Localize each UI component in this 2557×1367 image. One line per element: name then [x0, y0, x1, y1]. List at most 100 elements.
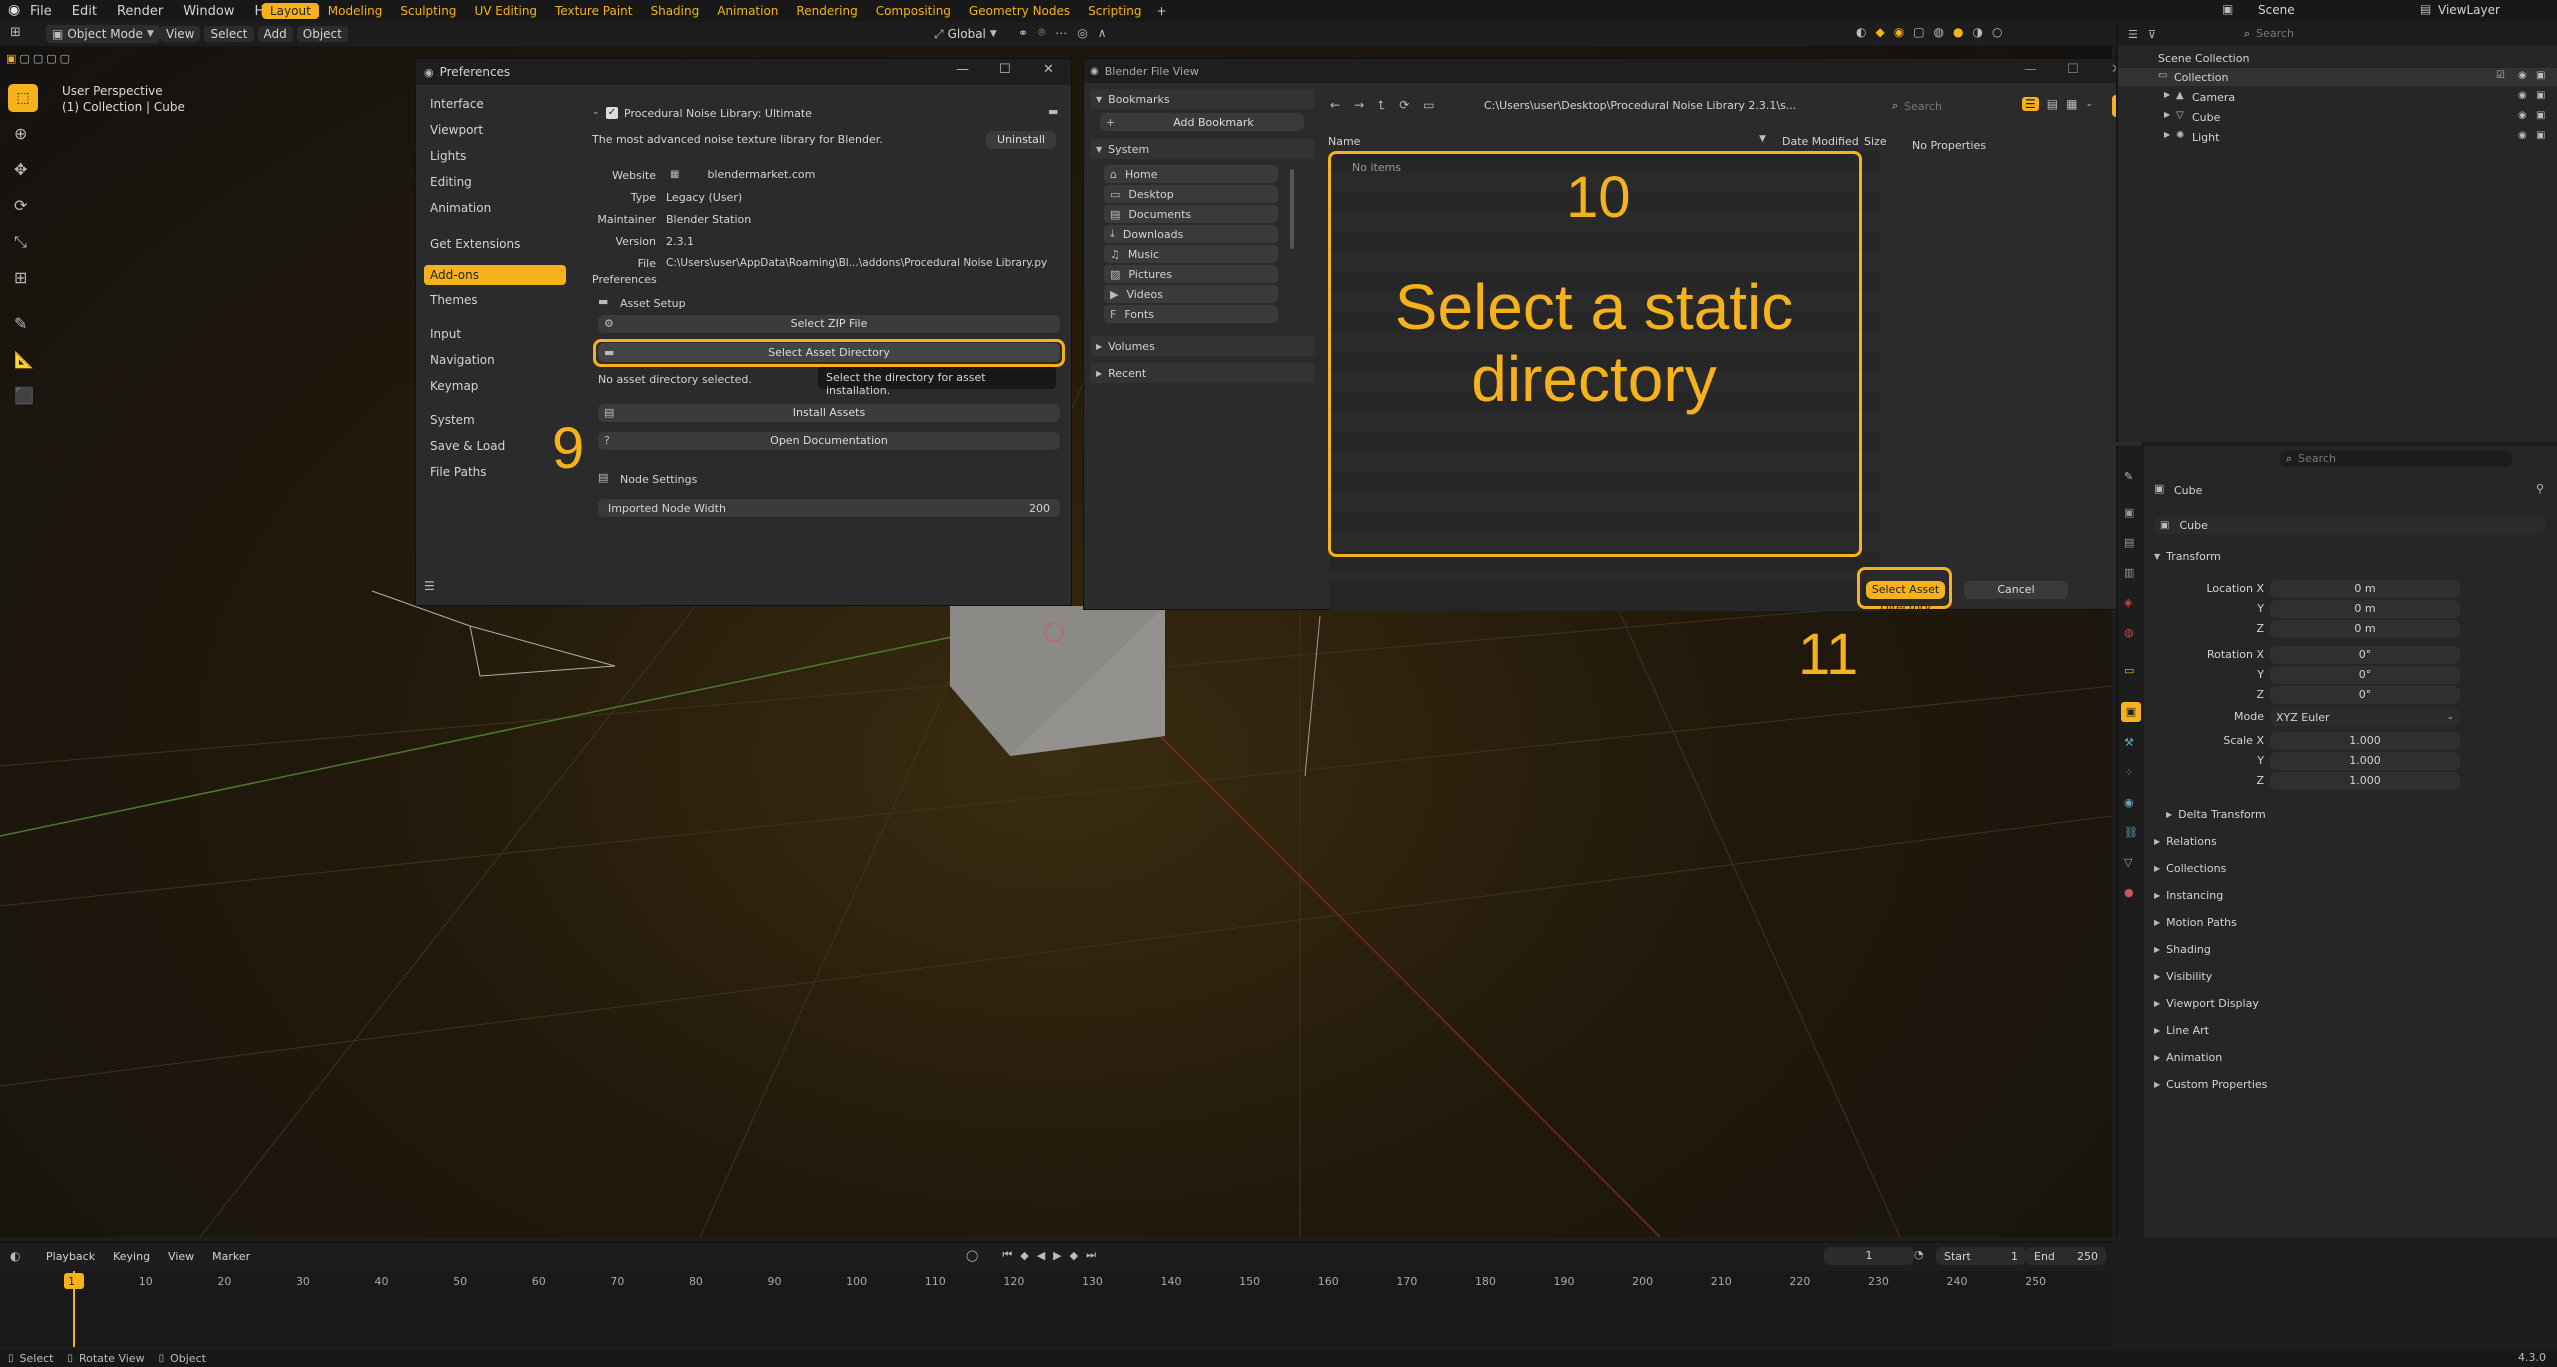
expand-icon[interactable]: ▶ [2164, 110, 2170, 119]
system-item-documents[interactable]: ▤ Documents [1104, 205, 1278, 223]
nav-add-ons[interactable]: Add-ons [424, 265, 566, 285]
recent-panel-header[interactable]: ▶ Recent [1090, 363, 1314, 383]
outliner-row-collection[interactable]: ▭ Collection ☑ ◉ ▣ [2118, 68, 2557, 86]
menu-window[interactable]: Window [183, 4, 234, 19]
gizmo-icon[interactable]: ◆ [1875, 25, 1884, 39]
play-reverse-icon[interactable]: ◀ [1037, 1249, 1045, 1262]
rotation-z-field[interactable]: 0° [2270, 686, 2460, 704]
minimize-icon[interactable]: — [2024, 62, 2037, 77]
tab-scripting[interactable]: Scripting [1079, 3, 1150, 19]
panel-viewport-display[interactable]: ▶ Viewport Display [2154, 997, 2259, 1010]
column-date-modified[interactable]: Date Modified [1782, 135, 1859, 148]
orientation-dropdown[interactable]: ⤢ Global ▼ [934, 25, 997, 43]
eye-icon[interactable]: ◉ [2518, 90, 2527, 101]
panel-collections[interactable]: ▶ Collections [2154, 862, 2226, 875]
system-item-downloads[interactable]: ⤓ Downloads [1104, 225, 1278, 243]
parent-directory-icon[interactable]: ⮤ [1378, 98, 1385, 113]
prev-keyframe-icon[interactable]: ◆ [1020, 1249, 1028, 1262]
start-frame-field[interactable]: Start 1 [1936, 1247, 2026, 1265]
camera-render-icon[interactable]: ▣ [2536, 110, 2545, 121]
chevron-down-icon[interactable]: ⌄ [2085, 99, 2093, 109]
imported-node-width-field[interactable]: Imported Node Width 200 [598, 499, 1060, 517]
physics-tab-icon[interactable]: ◉ [2124, 796, 2134, 809]
nav-themes[interactable]: Themes [430, 293, 478, 307]
panel-instancing[interactable]: ▶ Instancing [2154, 889, 2223, 902]
material-shading-icon[interactable]: ◑ [1973, 25, 1983, 39]
location-y-field[interactable]: 0 m [2270, 600, 2460, 618]
nav-system[interactable]: System [430, 413, 475, 427]
list-view-icon[interactable]: ☰ [2022, 97, 2039, 111]
filter-icon[interactable]: ⊽ [2148, 28, 2156, 41]
tab-texture-paint[interactable]: Texture Paint [546, 3, 641, 19]
outliner-editor-icon[interactable]: ☰ [2128, 28, 2138, 41]
nav-animation[interactable]: Animation [430, 201, 491, 215]
cancel-button[interactable]: Cancel [1964, 581, 2068, 599]
nav-lights[interactable]: Lights [430, 149, 466, 163]
directory-path-field[interactable]: C:\Users\user\Desktop\Procedural Noise L… [1478, 96, 1880, 116]
snap-icon[interactable]: ⌾ [1038, 25, 1045, 40]
nav-editing[interactable]: Editing [430, 175, 472, 189]
system-item-home[interactable]: ⌂ Home [1104, 165, 1278, 183]
tab-geometry-nodes[interactable]: Geometry Nodes [960, 3, 1079, 19]
timeline-editor-icon[interactable]: ◐ [10, 1249, 20, 1263]
camera-render-icon[interactable]: ▣ [2536, 130, 2545, 141]
sort-icon[interactable]: ▼ [1759, 134, 1766, 144]
frame-ruler[interactable]: 1 10 20 30 40 50 60 70 80 90 100 110 120 130 140 150 160… [0, 1271, 2112, 1347]
volumes-panel-header[interactable]: ▶ Volumes [1090, 336, 1314, 356]
tab-animation[interactable]: Animation [708, 3, 787, 19]
expand-icon[interactable]: ▶ [2164, 90, 2170, 99]
system-item-fonts[interactable]: F Fonts [1104, 305, 1278, 323]
rotate-tool-icon[interactable]: ⟳ [14, 196, 27, 215]
select-new-icon[interactable]: ▣ [6, 52, 16, 65]
next-keyframe-icon[interactable]: ◆ [1070, 1249, 1078, 1262]
hamburger-menu-icon[interactable]: ☰ [424, 579, 435, 593]
panel-relations[interactable]: ▶ Relations [2154, 835, 2217, 848]
camera-render-icon[interactable]: ▣ [2536, 90, 2545, 101]
scale-z-field[interactable]: 1.000 [2270, 772, 2460, 790]
menu-file[interactable]: File [30, 4, 52, 19]
stopwatch-icon[interactable]: ◔ [1914, 1248, 1924, 1261]
add-bookmark-button[interactable]: + Add Bookmark [1100, 113, 1304, 131]
uninstall-button[interactable]: Uninstall [986, 131, 1056, 149]
scale-y-field[interactable]: 1.000 [2270, 752, 2460, 770]
xray-icon[interactable]: ▢ [1913, 25, 1924, 39]
collection-tab-icon[interactable]: ▭ [2124, 664, 2134, 677]
horizontal-list-icon[interactable]: ▤ [2047, 97, 2058, 111]
overlay-icon[interactable]: ◉ [1894, 25, 1904, 39]
system-item-music[interactable]: ♫ Music [1104, 245, 1278, 263]
select-asset-directory-button[interactable]: ▬ Select Asset Directory [598, 343, 1060, 362]
auto-keying-icon[interactable]: ◯ [966, 1249, 978, 1262]
system-item-videos[interactable]: ▶ Videos [1104, 285, 1278, 303]
column-size[interactable]: Size [1864, 135, 1887, 148]
annotate-tool-icon[interactable]: ✎ [14, 314, 27, 333]
nav-interface[interactable]: Interface [430, 97, 484, 111]
nav-viewport[interactable]: Viewport [430, 123, 483, 137]
tab-modeling[interactable]: Modeling [319, 3, 392, 19]
end-frame-field[interactable]: End 250 [2026, 1247, 2106, 1265]
view-layer-selector[interactable]: ViewLayer [2438, 3, 2500, 17]
pin-icon[interactable]: ⚲ [2536, 482, 2544, 495]
snap-target-icon[interactable]: ⋯ [1055, 26, 1067, 40]
column-name[interactable]: Name [1328, 135, 1360, 148]
add-cube-tool-icon[interactable]: ⬛ [14, 386, 34, 405]
rendered-shading-icon[interactable]: ○ [1992, 25, 2002, 39]
render-tab-icon[interactable]: ▣ [2124, 506, 2134, 519]
select-zip-button[interactable]: ⚙ Select ZIP File [598, 315, 1060, 333]
timeline-menu-marker[interactable]: Marker [212, 1250, 250, 1263]
panel-delta-transform[interactable]: ▶ Delta Transform [2166, 808, 2266, 821]
refresh-icon[interactable]: ⟳ [1399, 98, 1409, 112]
current-frame-field[interactable]: 1 [1824, 1247, 1914, 1265]
solid-shading-icon[interactable]: ● [1953, 25, 1963, 39]
select-subtract-icon[interactable]: ▢ [33, 52, 43, 65]
viewport-menu-select[interactable]: Select [204, 26, 254, 42]
location-x-field[interactable]: 0 m [2270, 580, 2460, 598]
menu-render[interactable]: Render [117, 4, 163, 19]
filename-field[interactable] [1330, 581, 1870, 597]
select-intersect-icon[interactable]: ▢ [60, 52, 70, 65]
nav-get-extensions[interactable]: Get Extensions [430, 237, 520, 251]
forward-icon[interactable]: → [1354, 98, 1364, 112]
tab-compositing[interactable]: Compositing [867, 3, 960, 19]
nav-save-load[interactable]: Save & Load [430, 439, 505, 453]
world-tab-icon[interactable]: ◍ [2124, 626, 2134, 639]
folder-icon[interactable]: ▬ [1048, 105, 1058, 118]
